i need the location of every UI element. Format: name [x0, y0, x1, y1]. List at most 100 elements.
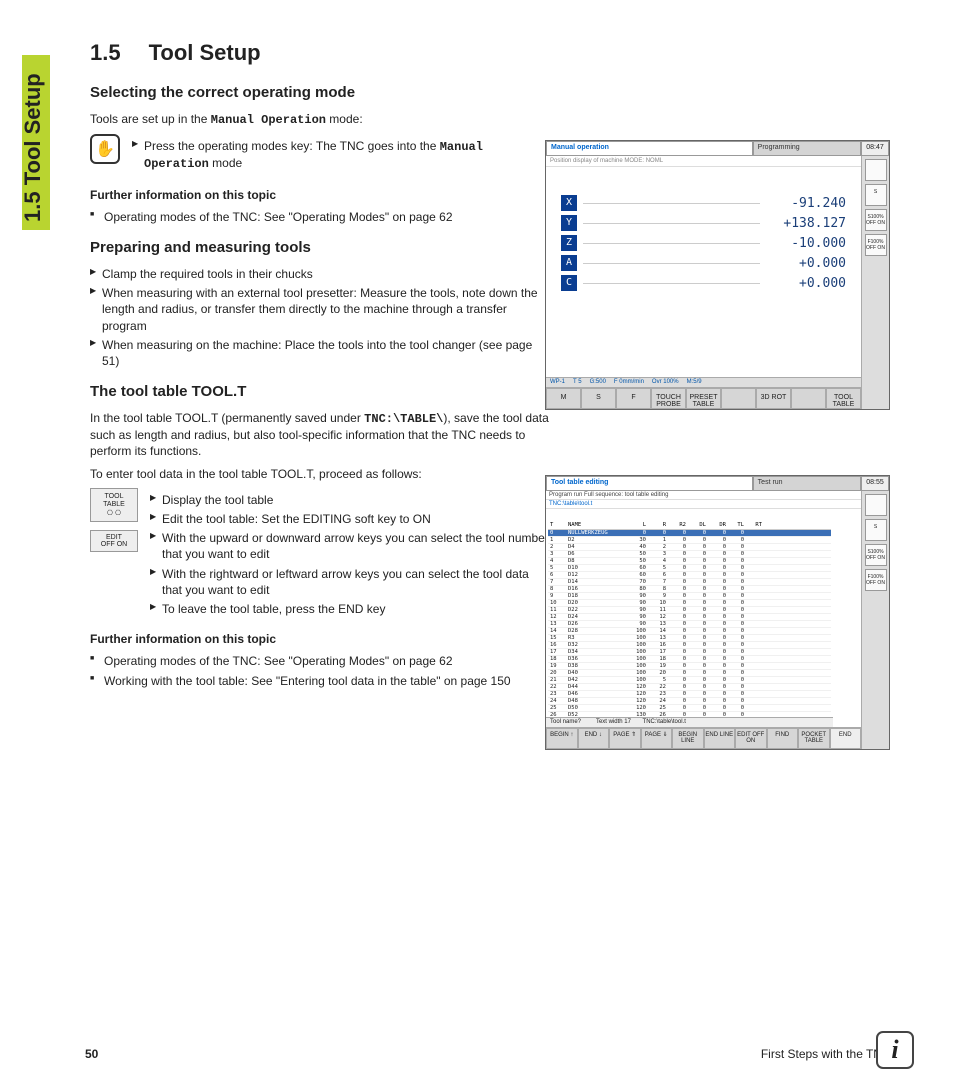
- table-row[interactable]: 10D2090100000: [548, 600, 831, 607]
- softkey[interactable]: 3D ROT: [756, 388, 791, 409]
- sec2-b1: Clamp the required tools in their chucks: [90, 266, 550, 282]
- softkey[interactable]: PRESET TABLE: [686, 388, 721, 409]
- override-knob[interactable]: S100% OFF ON: [865, 544, 887, 566]
- softkey[interactable]: TOOL TABLE: [826, 388, 861, 409]
- table-row[interactable]: 15R3100130000: [548, 635, 831, 642]
- main-content: 1.5Tool Setup Selecting the correct oper…: [90, 40, 550, 689]
- shot2-path: TNC:\table\tool.t: [546, 500, 861, 509]
- override-knob[interactable]: [865, 494, 887, 516]
- table-row[interactable]: 11D2290110000: [548, 607, 831, 614]
- softkey[interactable]: TOUCH PROBE: [651, 388, 686, 409]
- table-row[interactable]: 12D2490120000: [548, 614, 831, 621]
- shot2-subtitle: Program run Full sequence: tool table ed…: [546, 491, 861, 500]
- softkey[interactable]: POCKET TABLE: [798, 728, 830, 749]
- override-knob[interactable]: F100% OFF ON: [865, 234, 887, 256]
- override-knob[interactable]: S: [865, 184, 887, 206]
- section1-heading: Selecting the correct operating mode: [90, 84, 550, 101]
- shot1-title-a: Manual operation: [546, 141, 753, 156]
- table-row[interactable]: 0NULLWERKZEUG000000: [548, 530, 831, 537]
- sec1-further-bullet: Operating modes of the TNC: See "Operati…: [90, 209, 550, 225]
- shot1-subtitle: Position display of machine MODE: NOML: [546, 156, 861, 167]
- axis-row: X-91.240: [561, 194, 846, 212]
- table-row[interactable]: 16D32100160000: [548, 642, 831, 649]
- override-knob[interactable]: S: [865, 519, 887, 541]
- hand-icon: ✋: [90, 134, 120, 164]
- section1-intro: Tools are set up in the Manual Operation…: [90, 111, 550, 128]
- table-row[interactable]: 4D85040000: [548, 558, 831, 565]
- table-row[interactable]: 9D189090000: [548, 593, 831, 600]
- chapter-side-label: 1.5 Tool Setup: [20, 73, 46, 222]
- table-row[interactable]: 2D44020000: [548, 544, 831, 551]
- override-knob[interactable]: S100% OFF ON: [865, 209, 887, 231]
- softkey[interactable]: END: [830, 728, 862, 749]
- table-row[interactable]: 6D126060000: [548, 572, 831, 579]
- sec3-p1: In the tool table TOOL.T (permanently sa…: [90, 410, 550, 460]
- softkey[interactable]: FIND: [767, 728, 799, 749]
- sec1-step: Press the operating modes key: The TNC g…: [132, 138, 550, 172]
- softkey[interactable]: [721, 388, 756, 409]
- axis-row: A+0.000: [561, 254, 846, 272]
- tool-table-icon: TOOL TABLE ⎔ ⎔: [90, 488, 138, 522]
- table-row[interactable]: 14D28100140000: [548, 628, 831, 635]
- info-icon: i: [876, 1031, 914, 1069]
- axis-row: Z-10.000: [561, 234, 846, 252]
- sec3-s5: To leave the tool table, press the END k…: [150, 601, 550, 617]
- table-row[interactable]: 20D40100200000: [548, 670, 831, 677]
- table-row[interactable]: 13D2690130000: [548, 621, 831, 628]
- softkey[interactable]: PAGE ⇓: [641, 728, 673, 749]
- section3-heading: The tool table TOOL.T: [90, 383, 550, 400]
- page-footer: 50 First Steps with the TNC 640: [85, 1047, 914, 1061]
- shot1-title-b: Programming: [753, 141, 861, 156]
- softkey[interactable]: BEGIN ↑: [546, 728, 578, 749]
- table-row[interactable]: 3D65030000: [548, 551, 831, 558]
- table-row[interactable]: 24D48120240000: [548, 698, 831, 705]
- override-knob[interactable]: [865, 159, 887, 181]
- table-row[interactable]: 18D36100180000: [548, 656, 831, 663]
- screenshot-manual-operation: Manual operation Programming 08:47 Posit…: [545, 140, 890, 410]
- axis-row: Y+138.127: [561, 214, 846, 232]
- softkey[interactable]: PAGE ⇑: [609, 728, 641, 749]
- softkey[interactable]: END LINE: [704, 728, 736, 749]
- sec3-s3: With the upward or downward arrow keys y…: [150, 530, 550, 562]
- table-row[interactable]: 1D23010000: [548, 537, 831, 544]
- sec2-b2: When measuring with an external tool pre…: [90, 285, 550, 334]
- page-number: 50: [85, 1047, 98, 1061]
- sec3-p2: To enter tool data in the tool table TOO…: [90, 466, 550, 482]
- softkey[interactable]: F: [616, 388, 651, 409]
- table-row[interactable]: 25D50120250000: [548, 705, 831, 712]
- table-row[interactable]: 23D46120230000: [548, 691, 831, 698]
- table-row[interactable]: 5D106050000: [548, 565, 831, 572]
- shot2-time: 08:55: [861, 476, 889, 491]
- shot2-title-a: Tool table editing: [546, 476, 753, 491]
- table-row[interactable]: 17D34100170000: [548, 649, 831, 656]
- shot1-time: 08:47: [861, 141, 889, 156]
- table-row[interactable]: 19D38100190000: [548, 663, 831, 670]
- edit-toggle-icon: EDIT OFF ON: [90, 530, 138, 552]
- sec1-further-heading: Further information on this topic: [90, 187, 550, 203]
- softkey[interactable]: BEGIN LINE: [672, 728, 704, 749]
- screenshot-tool-table: Tool table editing Test run 08:55 Progra…: [545, 475, 890, 750]
- sec3-fb2: Working with the tool table: See "Enteri…: [90, 673, 550, 689]
- table-header: TNAMELRR2DLDRTLRT: [548, 521, 831, 530]
- sec3-fb1: Operating modes of the TNC: See "Operati…: [90, 653, 550, 669]
- softkey[interactable]: S: [581, 388, 616, 409]
- shot2-status: Tool name? Text width 17 TNC:\table\tool…: [546, 717, 833, 727]
- table-row[interactable]: 8D168080000: [548, 586, 831, 593]
- softkey[interactable]: END ↓: [578, 728, 610, 749]
- sec3-s2: Edit the tool table: Set the EDITING sof…: [150, 511, 550, 527]
- sec3-s1: Display the tool table: [150, 492, 550, 508]
- softkey[interactable]: M: [546, 388, 581, 409]
- softkey[interactable]: EDIT OFF ON: [735, 728, 767, 749]
- override-knob[interactable]: F100% OFF ON: [865, 569, 887, 591]
- shot1-statusbar: WP-1T 5G:500F 0mm/minOvr 100%M:5/9: [546, 377, 861, 387]
- table-row[interactable]: 22D44120220000: [548, 684, 831, 691]
- shot2-title-b: Test run: [753, 476, 861, 491]
- table-row[interactable]: 21D4210050000: [548, 677, 831, 684]
- sec2-b3: When measuring on the machine: Place the…: [90, 337, 550, 369]
- softkey[interactable]: [791, 388, 826, 409]
- table-row[interactable]: 7D147070000: [548, 579, 831, 586]
- sec3-s4: With the rightward or leftward arrow key…: [150, 566, 550, 598]
- axis-row: C+0.000: [561, 274, 846, 292]
- sec3-further-heading: Further information on this topic: [90, 631, 550, 647]
- page-title: 1.5Tool Setup: [90, 40, 550, 66]
